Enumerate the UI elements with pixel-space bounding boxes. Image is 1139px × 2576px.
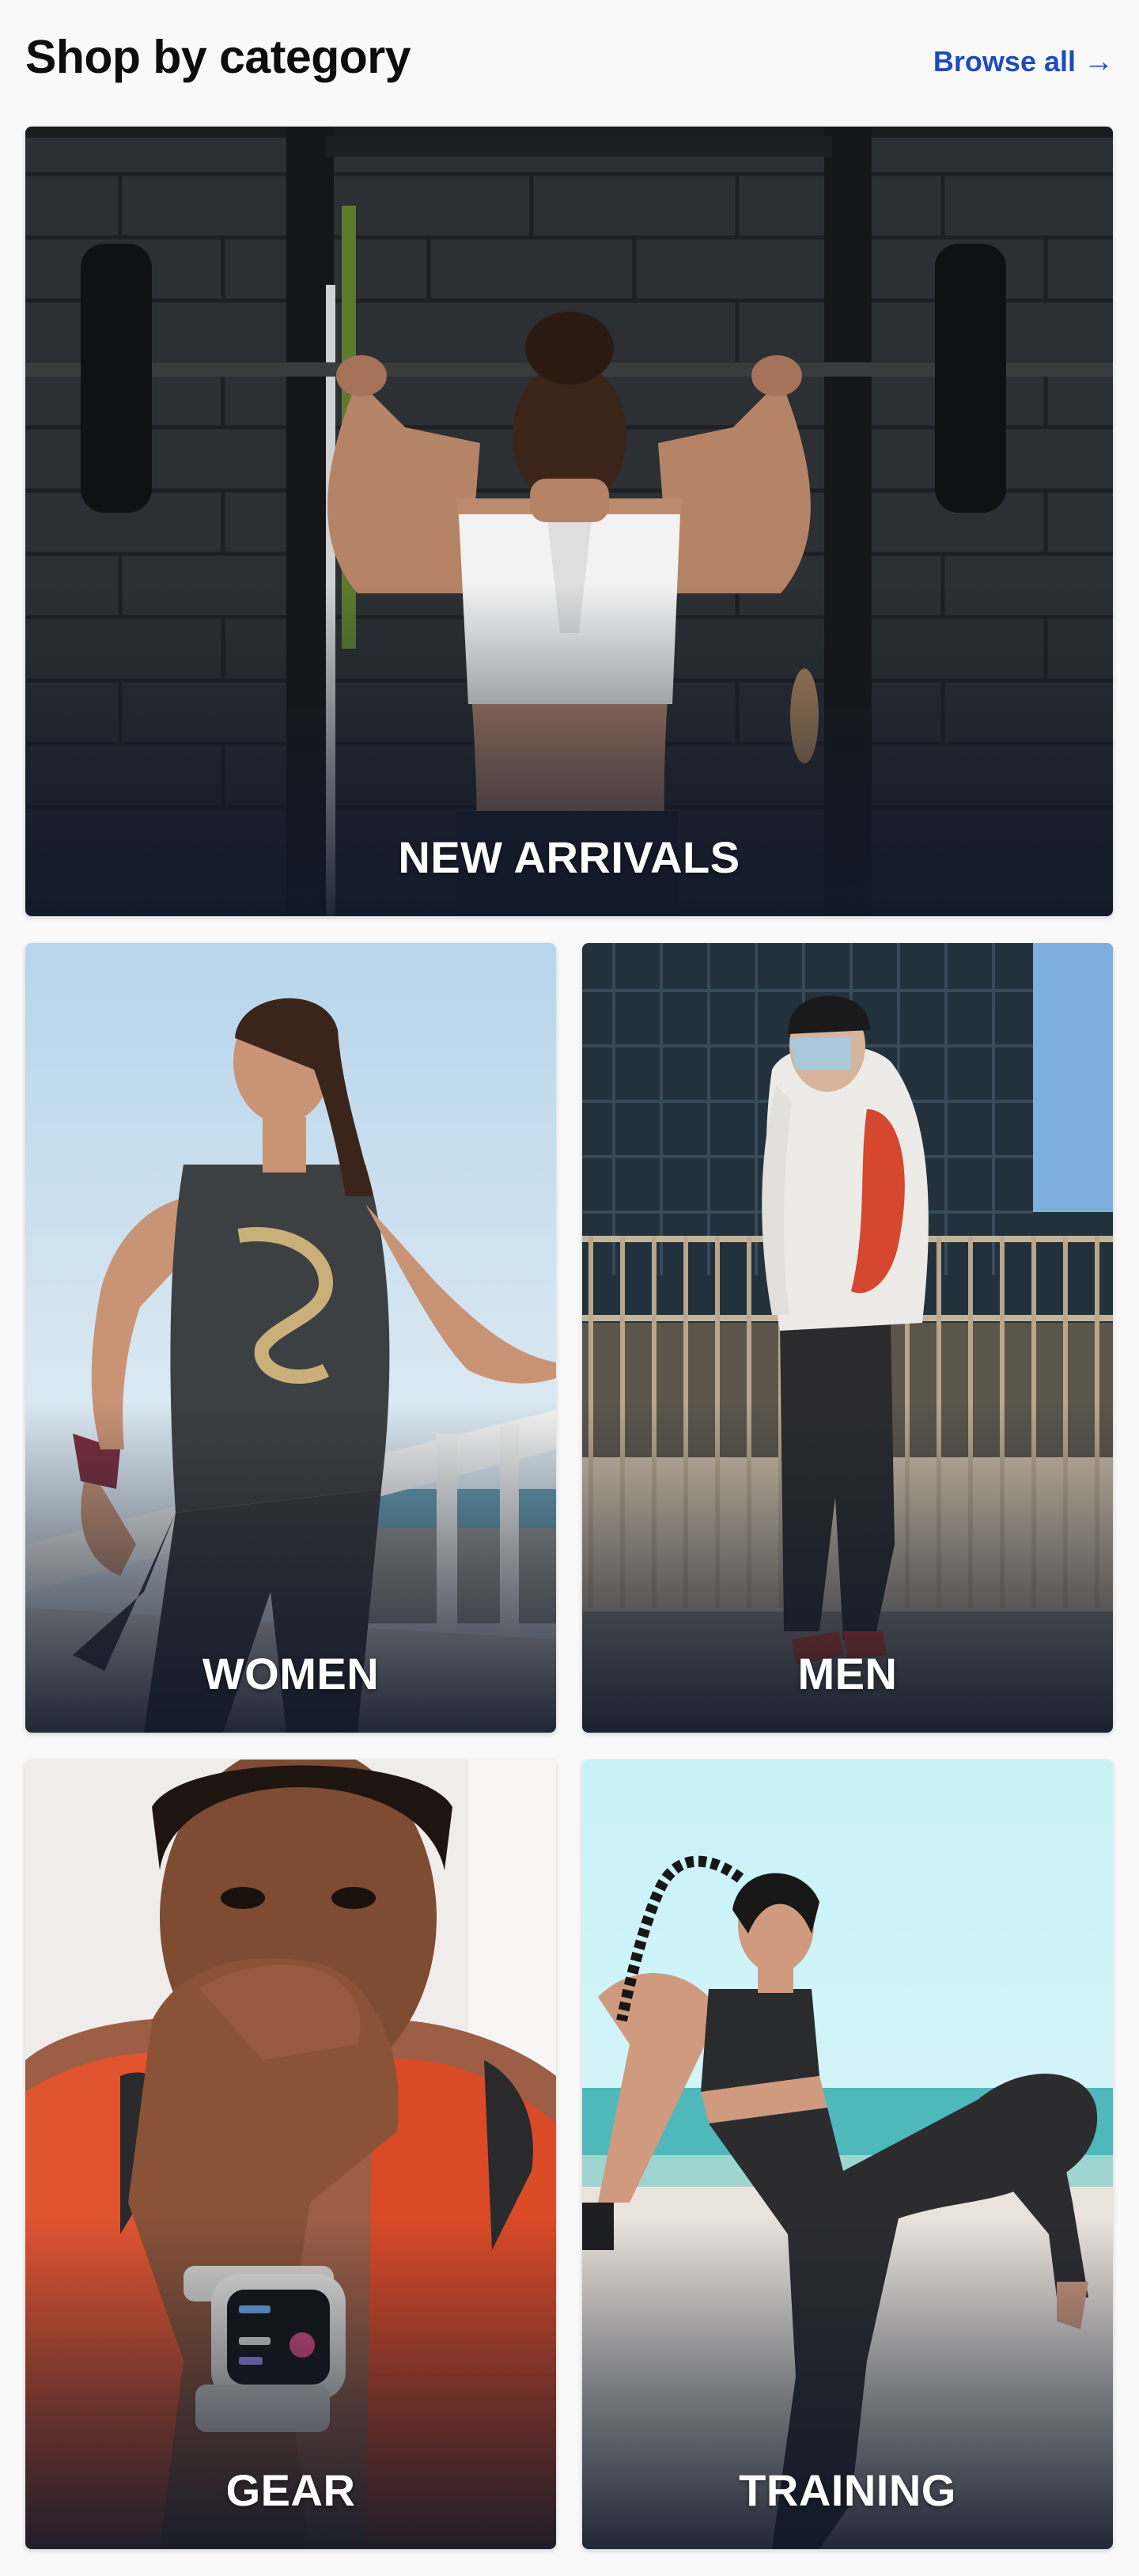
category-card-men[interactable]: MEN [582,943,1113,1733]
category-label: MEN [797,1649,898,1699]
category-label: TRAINING [739,2465,956,2515]
category-card-women[interactable]: WOMEN [25,943,556,1733]
category-card-new-arrivals[interactable]: NEW ARRIVALS [25,127,1113,916]
arrow-right-icon: → [1084,45,1114,78]
browse-all-link[interactable]: Browse all → [933,45,1114,78]
category-card-training[interactable]: TRAINING [582,1760,1113,2549]
category-label: WOMEN [202,1649,380,1699]
category-label: GEAR [225,2465,356,2515]
category-label: NEW ARRIVALS [398,832,740,882]
browse-all-label: Browse all [933,45,1076,78]
section-header: Shop by category Browse all → [25,24,1114,90]
category-card-gear[interactable]: GEAR [25,1760,556,2549]
page-title: Shop by category [25,31,411,83]
